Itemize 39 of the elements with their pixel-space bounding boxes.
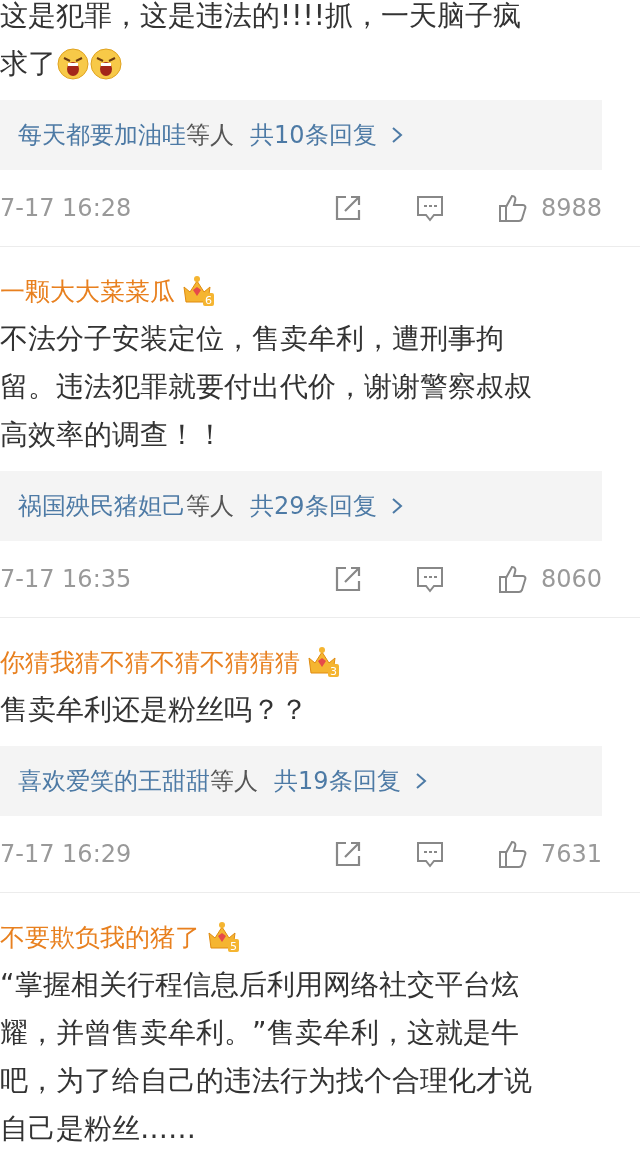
comment-text: 售卖牟利还是粉丝吗？？ [0, 692, 308, 728]
angry-emoji-icon [57, 48, 89, 80]
like-count: 7631 [540, 840, 602, 868]
comment-text: 这是犯罪，这是违法的!!!!抓，一天脑子疯 [0, 0, 521, 34]
comment-text: 自己是粉丝…… [0, 1111, 196, 1144]
comment-text: “掌握相关行程信息后利用网络社交平台炫 [0, 967, 519, 1003]
like-count: 8060 [540, 565, 602, 593]
like-icon[interactable] [496, 193, 527, 223]
comment-icon[interactable] [414, 193, 445, 223]
like-icon[interactable] [496, 564, 527, 594]
comment-time: 7-17 16:29 [0, 840, 133, 868]
username[interactable]: 不要欺负我的猪了 [0, 920, 200, 954]
reply-usernames[interactable]: 每天都要加油哇 [18, 119, 186, 151]
username[interactable]: 你猜我猜不猜不猜不猜猜猜 [0, 645, 300, 679]
comment-text: 求了 [0, 46, 56, 82]
comment-text: 留。违法犯罪就要付出代价，谢谢警察叔叔 [0, 369, 532, 405]
reply-count[interactable]: 共19条回复 [274, 765, 401, 797]
reply-count[interactable]: 共10条回复 [250, 119, 377, 151]
reply-count[interactable]: 共29条回复 [250, 490, 377, 522]
like-icon[interactable] [496, 839, 527, 869]
reply-suffix: 等人 [210, 766, 258, 797]
comment-icon[interactable] [414, 839, 445, 869]
comment-text: 耀，并曾售卖牟利。”售卖牟利，这就是牛 [0, 1015, 519, 1051]
like-count: 8988 [540, 194, 602, 222]
comment-icon[interactable] [414, 564, 445, 594]
comment-text: 不法分子安装定位，售卖牟利，遭刑事拘 [0, 321, 504, 357]
reply-suffix: 等人 [186, 120, 234, 151]
comment-text: 吧，为了给自己的违法行为找个合理化才说 [0, 1063, 532, 1099]
reply-usernames[interactable]: 祸国殃民猪妲己 [18, 490, 186, 522]
reply-usernames[interactable]: 喜欢爱笑的王甜甜 [18, 765, 210, 797]
comment-text: 高效率的调查！！ [0, 417, 224, 453]
reply-suffix: 等人 [186, 491, 234, 522]
comment-time: 7-17 16:28 [0, 194, 133, 222]
reply-preview[interactable]: 祸国殃民猪妲己等人 共29条回复 [0, 471, 602, 541]
reply-preview[interactable]: 每天都要加油哇等人 共10条回复 [0, 100, 602, 170]
comment-time: 7-17 16:35 [0, 565, 133, 593]
username[interactable]: 一颗大大菜菜瓜 [0, 274, 175, 308]
reply-preview[interactable]: 喜欢爱笑的王甜甜等人 共19条回复 [0, 746, 602, 816]
angry-emoji-icon [90, 48, 122, 80]
